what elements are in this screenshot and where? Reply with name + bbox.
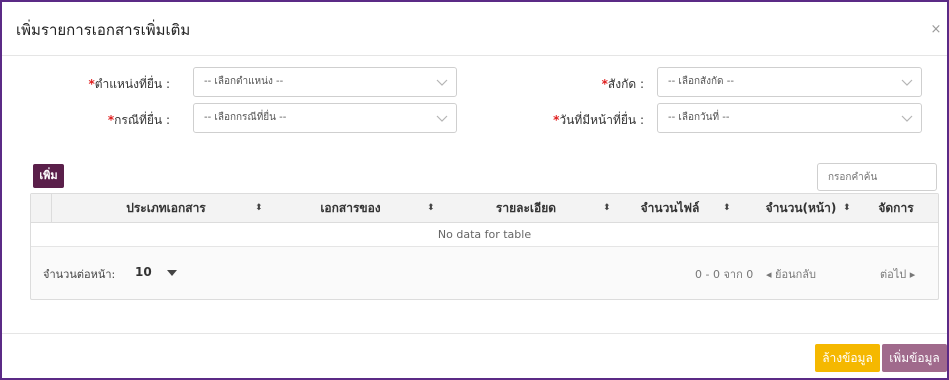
column-file-count[interactable]: จำนวนไฟล์ xyxy=(625,194,715,222)
chevron-down-icon xyxy=(901,79,913,86)
add-data-button[interactable]: เพิ่มข้อมูล xyxy=(882,344,947,372)
affiliation-select[interactable]: -- เลือกสังกัด -- xyxy=(657,67,922,97)
documents-table: ประเภทเอกสาร ⬍ เอกสารของ ⬍ รายละเอียด ⬍ … xyxy=(30,193,939,300)
position-label: *ตำแหน่งที่ยื่น : xyxy=(52,75,170,94)
close-icon[interactable]: × xyxy=(929,22,943,37)
sort-icon[interactable]: ⬍ xyxy=(255,194,263,222)
case-select[interactable]: -- เลือกกรณีที่ยื่น -- xyxy=(193,103,457,133)
add-document-modal: เพิ่มรายการเอกสารเพิ่มเติม × *ตำแหน่งที่… xyxy=(0,0,949,380)
position-select-value: -- เลือกตำแหน่ง -- xyxy=(204,76,284,87)
pagination-info: 0 - 0 จาก 0 xyxy=(695,268,754,281)
case-select-value: -- เลือกกรณีที่ยื่น -- xyxy=(204,112,287,123)
duty-date-label-text: วันที่มีหน้าที่ยื่น : xyxy=(559,113,644,127)
per-page-label: จำนวนต่อหน้า: xyxy=(43,268,116,281)
chevron-down-icon xyxy=(901,115,913,122)
affiliation-label: *สังกัด : xyxy=(532,75,644,94)
column-document-owner[interactable]: เอกสารของ xyxy=(293,194,408,222)
sort-icon[interactable]: ⬍ xyxy=(723,194,731,222)
duty-date-select-value: -- เลือกวันที่ -- xyxy=(668,112,730,123)
sort-icon[interactable]: ⬍ xyxy=(427,194,435,222)
table-header: ประเภทเอกสาร ⬍ เอกสารของ ⬍ รายละเอียด ⬍ … xyxy=(31,194,938,223)
modal-title: เพิ่มรายการเอกสารเพิ่มเติม xyxy=(16,21,191,39)
footer-divider xyxy=(2,333,947,334)
table-search-input[interactable] xyxy=(817,163,937,191)
column-details[interactable]: รายละเอียด xyxy=(471,194,581,222)
previous-page-button[interactable]: ◂ ย้อนกลับ xyxy=(766,265,816,283)
column-actions: จัดการ xyxy=(878,201,914,215)
duty-date-label: *วันที่มีหน้าที่ยื่น : xyxy=(482,111,644,130)
sort-icon[interactable]: ⬍ xyxy=(843,194,851,222)
caret-down-icon[interactable] xyxy=(167,269,177,277)
modal-header: เพิ่มรายการเอกสารเพิ่มเติม × xyxy=(2,2,947,56)
case-label-text: กรณีที่ยื่น : xyxy=(114,113,170,127)
sort-icon[interactable]: ⬍ xyxy=(603,194,611,222)
case-label: *กรณีที่ยื่น : xyxy=(52,111,170,130)
chevron-down-icon xyxy=(436,115,448,122)
column-page-count[interactable]: จำนวน(หน้า) xyxy=(751,194,851,222)
affiliation-label-text: สังกัด : xyxy=(607,77,644,91)
chevron-down-icon xyxy=(436,79,448,86)
column-document-type[interactable]: ประเภทเอกสาร xyxy=(91,194,241,222)
position-label-text: ตำแหน่งที่ยื่น : xyxy=(94,77,170,91)
clear-button[interactable]: ล้างข้อมูล xyxy=(815,344,880,372)
affiliation-select-value: -- เลือกสังกัด -- xyxy=(668,76,734,87)
duty-date-select[interactable]: -- เลือกวันที่ -- xyxy=(657,103,922,133)
empty-table-message: No data for table xyxy=(31,223,938,247)
per-page-select[interactable]: 10 xyxy=(135,265,152,279)
add-row-button[interactable]: เพิ่ม xyxy=(33,164,64,188)
next-page-button[interactable]: ต่อไป ▸ xyxy=(880,265,915,283)
position-select[interactable]: -- เลือกตำแหน่ง -- xyxy=(193,67,457,97)
column-divider xyxy=(51,194,52,222)
